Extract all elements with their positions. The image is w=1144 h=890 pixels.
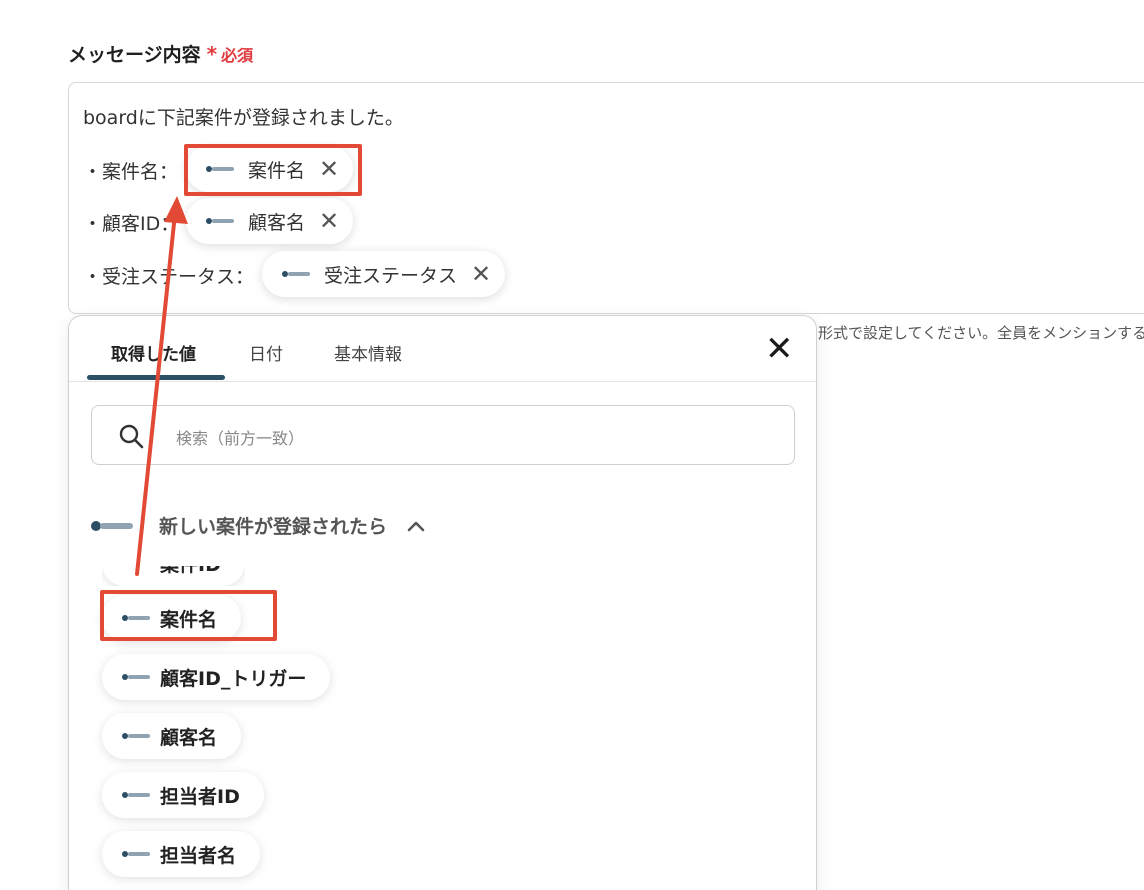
board-logo-icon — [122, 849, 152, 859]
chip-remove-icon[interactable]: ✕ — [319, 209, 339, 233]
board-logo-icon — [206, 215, 236, 227]
board-logo-icon — [282, 268, 312, 280]
board-logo-icon — [122, 672, 152, 682]
item-label: 案件名 — [160, 608, 218, 631]
chevron-up-icon[interactable] — [407, 520, 425, 532]
required-text: 必須 — [221, 46, 254, 65]
search-input[interactable]: 検索（前方一致） — [91, 405, 795, 465]
tab-date[interactable]: 日付 — [249, 340, 283, 365]
close-icon[interactable]: ✕ — [765, 332, 794, 366]
board-logo-icon — [91, 519, 135, 533]
required-mark: * — [206, 42, 218, 66]
item-label: 案件ID — [160, 553, 221, 576]
variable-picker-popup: 取得した値 日付 基本情報 ✕ 検索（前方一致） 新しい案件が登録されたら 案件… — [68, 315, 817, 890]
board-logo-icon — [122, 731, 152, 741]
item-label: 顧客名 — [160, 726, 218, 749]
message-row-label: ・案件名： — [83, 161, 179, 183]
field-label-text: メッセージ内容 — [68, 44, 201, 66]
variable-list-item[interactable]: 担当者ID — [102, 772, 264, 818]
chip-label: 顧客名 — [248, 211, 306, 234]
chip-remove-icon[interactable]: ✕ — [319, 157, 339, 181]
popup-tabbar: 取得した値 日付 基本情報 ✕ — [69, 316, 816, 382]
group-title: 新しい案件が登録されたら — [159, 516, 388, 538]
board-logo-icon — [206, 163, 236, 175]
chip-label: 受注ステータス — [324, 264, 458, 287]
message-row-label: ・顧客ID： — [83, 213, 180, 235]
search-placeholder: 検索（前方一致） — [176, 429, 305, 448]
item-label: 担当者名 — [160, 844, 237, 867]
message-row-label: ・受注ステータス： — [83, 266, 255, 288]
variable-list-item[interactable]: 案件名 — [102, 595, 242, 641]
variable-chip[interactable]: 顧客名 ✕ — [186, 198, 354, 244]
variable-list-item[interactable]: 案件ID — [102, 553, 245, 586]
tab-basic-info[interactable]: 基本情報 — [334, 340, 402, 365]
helper-text: 形式で設定してください。全員をメンションする — [818, 324, 1144, 342]
variable-chip[interactable]: 案件名 ✕ — [186, 146, 354, 192]
variable-list-item[interactable]: 顧客ID_トリガー — [102, 654, 331, 700]
tab-acquired-values[interactable]: 取得した値 — [111, 340, 196, 365]
field-label: メッセージ内容 * 必須 — [68, 40, 253, 67]
variable-list-item[interactable]: 顧客名 — [102, 713, 242, 759]
item-label: 担当者ID — [160, 785, 240, 808]
trigger-group-header[interactable]: 新しい案件が登録されたら — [91, 512, 425, 539]
board-logo-icon — [122, 566, 152, 568]
board-logo-icon — [122, 613, 152, 623]
search-icon — [119, 424, 144, 449]
item-label: 顧客ID_トリガー — [160, 667, 307, 690]
chip-remove-icon[interactable]: ✕ — [471, 262, 491, 286]
variable-chip[interactable]: 受注ステータス ✕ — [262, 251, 506, 297]
board-logo-icon — [122, 790, 152, 800]
chip-label: 案件名 — [248, 159, 306, 182]
message-intro: boardに下記案件が登録されました。 — [83, 107, 404, 129]
variable-list-item[interactable]: 担当者名 — [102, 831, 261, 877]
active-tab-indicator — [87, 375, 225, 380]
